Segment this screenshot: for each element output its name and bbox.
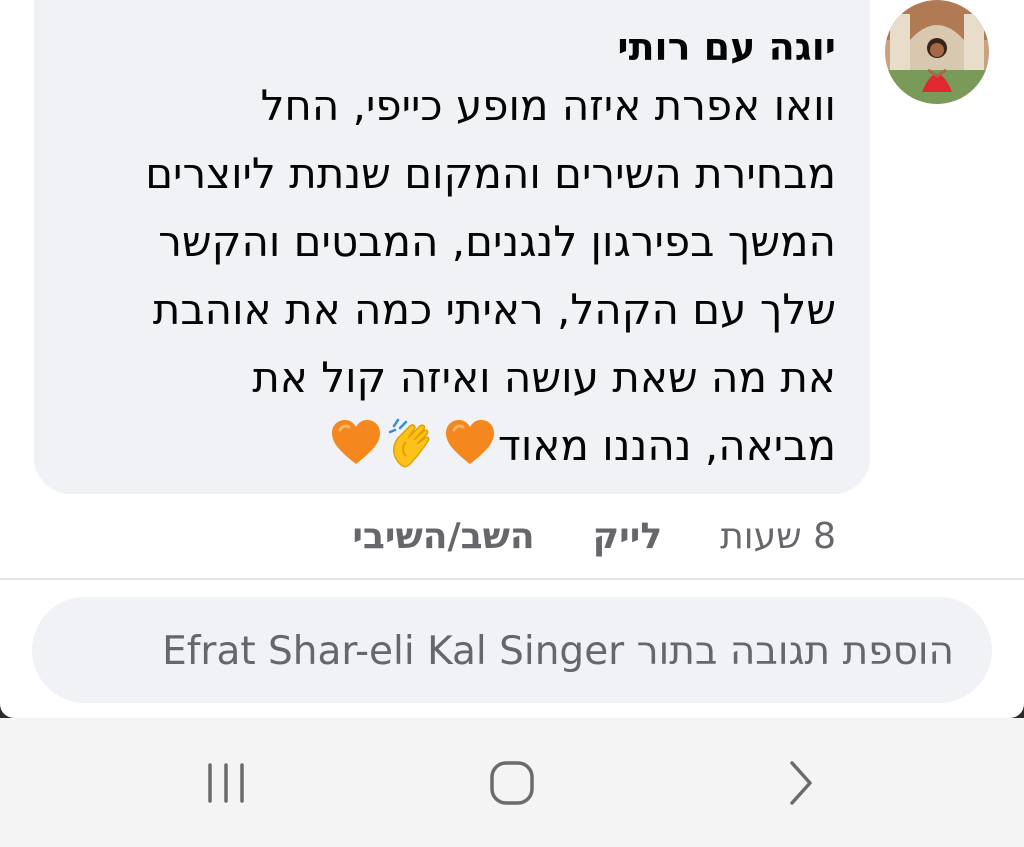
orange-heart-icon xyxy=(331,420,380,464)
comment-thread: יוגה עם רותי וואו אפרת איזה מופע כייפי, … xyxy=(0,0,1024,718)
comment-last-line: מביאה, נהננו מאוד xyxy=(46,412,836,480)
comment-actions: 8 שעות לייק השב/השיבי xyxy=(352,514,836,560)
avatar[interactable] xyxy=(884,0,990,104)
comment-line: מבחירת השירים והמקום שנתת ליוצרים xyxy=(145,149,836,198)
comment-bubble: יוגה עם רותי וואו אפרת איזה מופע כייפי, … xyxy=(34,0,870,494)
avatar-photo-icon xyxy=(885,0,989,104)
system-navigation-bar xyxy=(0,718,1024,847)
orange-heart-icon xyxy=(445,420,494,464)
clapping-hands-icon xyxy=(388,418,430,468)
like-button[interactable]: לייק xyxy=(593,514,663,560)
comment-line: מביאה, נהננו מאוד xyxy=(497,421,836,470)
divider xyxy=(0,578,1024,580)
reply-button[interactable]: השב/השיבי xyxy=(352,514,534,560)
comment-timestamp: 8 שעות xyxy=(720,516,836,557)
recent-apps-icon xyxy=(208,763,244,803)
comment-body: יוגה עם רותי וואו אפרת איזה מופע כייפי, … xyxy=(46,22,836,480)
home-icon xyxy=(490,761,534,805)
comment-text: וואו אפרת איזה מופע כייפי, החל מבחירת הש… xyxy=(46,72,836,480)
comment-line: המשך בפירגון לנגנים, המבטים והקשר xyxy=(158,217,836,266)
comment-author[interactable]: יוגה עם רותי xyxy=(46,22,836,72)
recent-apps-button[interactable] xyxy=(186,748,266,818)
back-icon xyxy=(790,761,812,805)
reply-input[interactable] xyxy=(72,597,956,705)
home-button[interactable] xyxy=(472,748,552,818)
comment-line: את מה שאת עושה ואיזה קול את xyxy=(252,353,836,402)
comment-line: שלך עם הקהל, ראיתי כמה את אוהבת xyxy=(152,285,836,334)
back-button[interactable] xyxy=(760,748,840,818)
reply-box[interactable] xyxy=(32,597,992,705)
comment-line: וואו אפרת איזה מופע כייפי, החל xyxy=(260,81,836,130)
screen: יוגה עם רותי וואו אפרת איזה מופע כייפי, … xyxy=(0,0,1024,847)
